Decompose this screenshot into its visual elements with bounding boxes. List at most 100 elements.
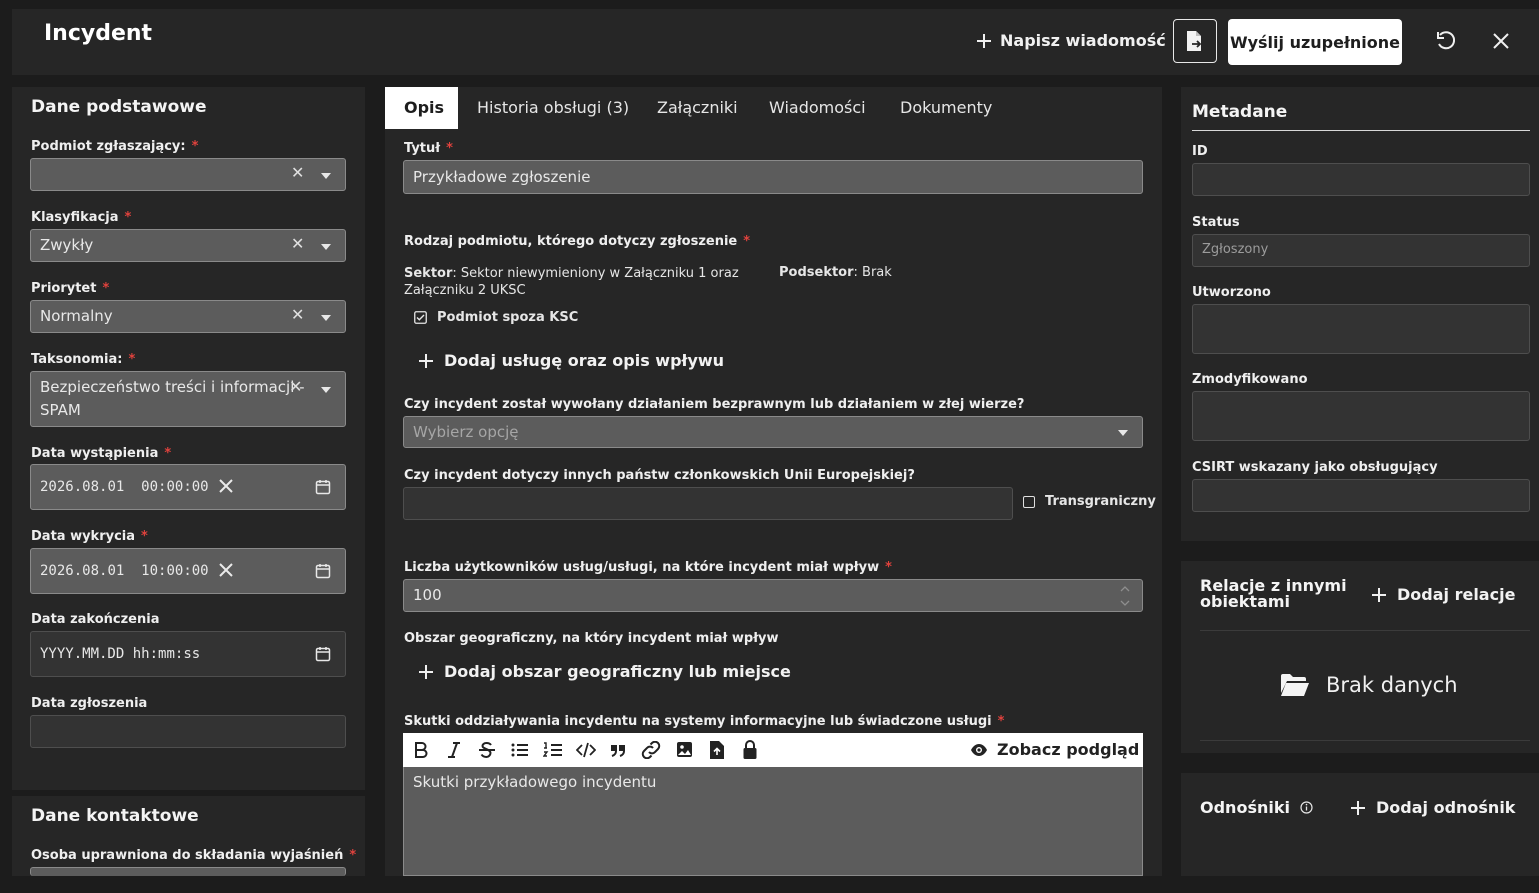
geo-label: Obszar geograficzny, na który incydent m… — [404, 631, 779, 646]
relations-title: Relacje z innymi obiektami — [1200, 576, 1347, 611]
page-title: Incydent — [44, 21, 153, 46]
taxonomy-value-line2: SPAM — [40, 401, 81, 419]
end-date-label: Data zakończenia — [31, 612, 160, 627]
crossborder-checkbox-row[interactable]: Transgraniczny — [1023, 494, 1156, 509]
chevron-down-icon[interactable] — [321, 387, 331, 393]
unlawful-label: Czy incydent został wywołany działaniem … — [404, 397, 1025, 412]
links-panel — [1181, 773, 1539, 876]
detection-date-input[interactable]: 2026.08.01 10:00:00 — [30, 548, 346, 594]
lock-icon[interactable] — [742, 740, 758, 760]
reporter-label: Podmiot zgłaszający: * — [31, 139, 199, 154]
status-label: Status — [1192, 215, 1240, 230]
priority-value: Normalny — [40, 307, 113, 325]
checkbox-icon[interactable] — [1023, 495, 1035, 508]
tab-documents[interactable]: Dokumenty — [900, 98, 992, 117]
chevron-down-icon[interactable] — [1118, 430, 1128, 436]
plus-icon — [976, 33, 992, 49]
stepper-icon[interactable] — [1119, 583, 1131, 609]
plus-icon — [1350, 800, 1366, 816]
plus-icon — [418, 664, 434, 680]
subsector-info: Podsektor: Brak — [779, 265, 892, 280]
tab-history[interactable]: Historia obsługi (3) — [477, 98, 629, 117]
bold-icon[interactable] — [413, 741, 429, 759]
clear-icon[interactable]: ✕ — [291, 305, 304, 324]
add-service-label: Dodaj usługę oraz opis wpływu — [444, 351, 725, 370]
close-button[interactable] — [1492, 32, 1510, 50]
send-supplemented-button[interactable]: Wyślij uzupełnione — [1228, 19, 1402, 65]
add-geo-button[interactable]: Dodaj obszar geograficzny lub miejsce — [418, 662, 791, 681]
id-label: ID — [1192, 144, 1208, 159]
users-label: Liczba użytkowników usług/usługi, na któ… — [404, 560, 892, 575]
title-label: Tytuł * — [404, 141, 453, 156]
entity-type-label: Rodzaj podmiotu, którego dotyczy zgłosze… — [404, 234, 751, 249]
file-upload-icon[interactable] — [709, 740, 725, 760]
csirt-field — [1192, 479, 1530, 512]
priority-select[interactable]: Normalny ✕ — [30, 300, 346, 333]
effects-editor[interactable]: Skutki przykładowego incydentu — [403, 767, 1143, 876]
compose-message-button[interactable]: Napisz wiadomość — [976, 31, 1166, 50]
add-link-label: Dodaj odnośnik — [1376, 798, 1516, 817]
editor-toolbar: Zobacz podgląd — [403, 733, 1143, 767]
calendar-icon[interactable] — [315, 646, 331, 662]
italic-icon[interactable] — [446, 741, 462, 759]
clear-icon[interactable]: ✕ — [291, 163, 304, 182]
chevron-down-icon[interactable] — [321, 244, 331, 250]
info-icon[interactable] — [1300, 801, 1313, 814]
calendar-icon[interactable] — [315, 479, 331, 495]
preview-button[interactable]: Zobacz podgląd — [970, 740, 1139, 759]
add-service-button[interactable]: Dodaj usługę oraz opis wpływu — [418, 351, 724, 370]
priority-label: Priorytet * — [31, 281, 110, 296]
code-icon[interactable] — [576, 741, 596, 759]
tab-description[interactable]: Opis — [385, 87, 458, 129]
eu-input[interactable] — [403, 487, 1013, 520]
relations-bottom-divider — [1200, 740, 1530, 741]
users-number-input[interactable]: 100 — [403, 579, 1143, 612]
tab-attachments[interactable]: Załączniki — [657, 98, 738, 117]
close-icon — [1492, 32, 1510, 50]
bullet-list-icon[interactable] — [511, 741, 529, 759]
clear-icon[interactable] — [219, 563, 233, 577]
crossborder-label: Transgraniczny — [1045, 494, 1156, 509]
end-date-input[interactable]: YYYY.MM.DD hh:mm:ss — [30, 631, 346, 677]
quote-icon[interactable] — [609, 741, 627, 759]
occurrence-date-input[interactable]: 2026.08.01 00:00:00 — [30, 464, 346, 510]
created-field — [1192, 304, 1530, 354]
clear-icon[interactable]: ✕ — [291, 234, 304, 253]
add-relation-button[interactable]: Dodaj relacje — [1371, 585, 1515, 604]
undo-button[interactable] — [1435, 30, 1457, 52]
export-file-button[interactable] — [1173, 19, 1217, 63]
eye-icon — [970, 743, 988, 757]
created-label: Utworzono — [1192, 285, 1271, 300]
unlawful-select[interactable]: Wybierz opcję — [403, 416, 1143, 448]
plus-icon — [1371, 587, 1387, 603]
sector-info: Sektor: Sektor niewymieniony w Załącznik… — [404, 266, 739, 298]
outside-ksc-checkbox-row[interactable]: Podmiot spoza KSC — [414, 310, 578, 325]
basic-data-title: Dane podstawowe — [31, 97, 207, 117]
taxonomy-select[interactable]: Bezpieczeństwo treści i informacji - SPA… — [30, 371, 346, 427]
basic-data-panel — [12, 87, 365, 790]
checkbox-checked-icon[interactable] — [414, 311, 427, 324]
status-value: Zgłoszony — [1202, 242, 1269, 257]
title-input[interactable]: Przykładowe zgłoszenie — [403, 160, 1143, 194]
classification-select[interactable]: Zwykły ✕ — [30, 229, 346, 262]
image-icon[interactable] — [676, 741, 693, 758]
clear-icon[interactable] — [219, 479, 233, 493]
title-value: Przykładowe zgłoszenie — [413, 168, 591, 186]
calendar-icon[interactable] — [315, 563, 331, 579]
link-icon[interactable] — [641, 741, 661, 759]
no-data-placeholder: Brak danych — [1280, 673, 1458, 697]
clear-icon[interactable]: ✕ — [289, 377, 302, 396]
links-title: Odnośniki — [1200, 798, 1290, 817]
report-date-input[interactable] — [30, 715, 346, 748]
chevron-down-icon[interactable] — [321, 173, 331, 179]
modified-field — [1192, 391, 1530, 441]
contact-person-label: Osoba uprawniona do składania wyjaśnień * — [31, 848, 357, 863]
add-link-button[interactable]: Dodaj odnośnik — [1350, 798, 1515, 817]
csirt-label: CSIRT wskazany jako obsługujący — [1192, 460, 1438, 475]
tab-messages[interactable]: Wiadomości — [769, 98, 866, 117]
contact-person-select[interactable] — [30, 867, 346, 876]
chevron-down-icon[interactable] — [321, 315, 331, 321]
strikethrough-icon[interactable] — [478, 741, 496, 759]
numbered-list-icon[interactable] — [543, 741, 563, 759]
reporter-select[interactable]: ✕ — [30, 158, 346, 191]
